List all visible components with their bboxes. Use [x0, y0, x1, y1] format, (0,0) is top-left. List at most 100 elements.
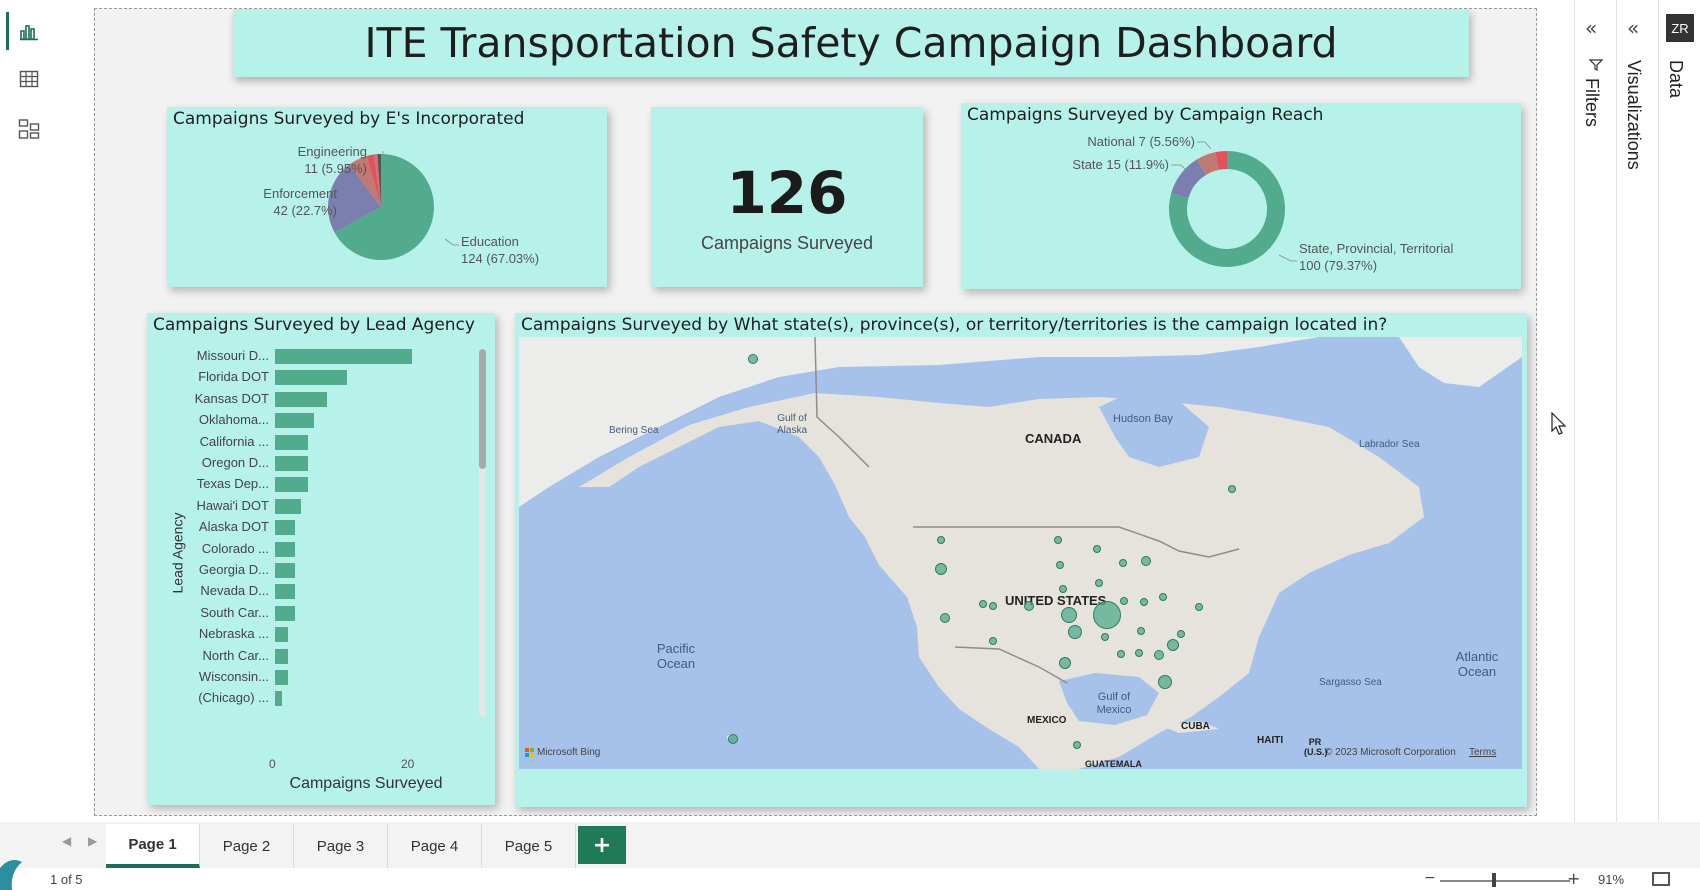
map-location-bubble[interactable]: [728, 734, 738, 744]
data-pane[interactable]: Data: [1658, 0, 1700, 825]
bar-alaska-dot[interactable]: [275, 520, 295, 536]
zoom-in-icon[interactable]: +: [1567, 869, 1580, 888]
bar-colorado-[interactable]: [275, 541, 295, 557]
page-tab-1[interactable]: Page 1: [106, 824, 200, 868]
bar-wisconsin-[interactable]: [275, 670, 288, 685]
bar-texas-dep-[interactable]: [275, 477, 308, 493]
map-label-pacific: Pacific Ocean: [656, 641, 696, 671]
page-tab-3[interactable]: Page 3: [294, 824, 388, 868]
visualizations-collapse-icon[interactable]: «: [1627, 16, 1639, 40]
page-tab-2[interactable]: Page 2: [200, 824, 294, 868]
map-location-bubble[interactable]: [1119, 559, 1127, 567]
filters-pane[interactable]: « Filters: [1574, 0, 1616, 825]
map-location-bubble[interactable]: [1195, 603, 1203, 611]
map-location-bubble[interactable]: [1120, 597, 1128, 605]
page-tab-4[interactable]: Page 4: [388, 824, 482, 868]
map-location-bubble[interactable]: [1154, 650, 1164, 660]
es-incorporated-pie-card[interactable]: Campaigns Surveyed by E's Incorporated E…: [167, 107, 607, 287]
bar-georgia-d-[interactable]: [275, 563, 295, 578]
visualizations-pane[interactable]: « Visualizations: [1616, 0, 1658, 825]
zoom-slider[interactable]: [1440, 880, 1570, 882]
bar-kansas-dot[interactable]: [275, 391, 327, 407]
bubble-map[interactable]: Bering Sea Gulf of Alaska Hudson Bay Lab…: [519, 337, 1522, 769]
map-location-bubble[interactable]: [935, 563, 947, 575]
map-location-bubble[interactable]: [1135, 649, 1143, 657]
location-map-card[interactable]: Campaigns Surveyed by What state(s), pro…: [515, 313, 1527, 807]
zoom-slider-thumb[interactable]: [1492, 873, 1496, 887]
map-location-bubble[interactable]: [940, 613, 950, 623]
map-location-bubble[interactable]: [1061, 607, 1077, 623]
bar-hawai-i-dot[interactable]: [275, 498, 301, 514]
fit-to-page-icon[interactable]: [1652, 872, 1670, 886]
map-location-bubble[interactable]: [1073, 741, 1081, 749]
bar-california-[interactable]: [275, 434, 308, 450]
map-location-bubble[interactable]: [1095, 579, 1103, 587]
map-location-bubble[interactable]: [1068, 625, 1082, 639]
model-view-icon[interactable]: [14, 114, 44, 144]
bar--chicago-[interactable]: [275, 691, 282, 707]
map-location-bubble[interactable]: [937, 536, 945, 544]
report-canvas: ITE Transportation Safety Campaign Dashb…: [94, 8, 1537, 816]
bar-nevada-d-[interactable]: [275, 584, 295, 600]
bar-south-car-[interactable]: [275, 605, 295, 621]
map-location-bubble[interactable]: [1167, 639, 1179, 651]
bar-chart-scrollbar[interactable]: [479, 349, 486, 717]
dashboard-title: ITE Transportation Safety Campaign Dashb…: [364, 19, 1338, 67]
map-location-bubble[interactable]: [1059, 585, 1067, 593]
bar-category-label: California ...: [199, 433, 269, 449]
bar-oklahoma-[interactable]: [275, 413, 314, 429]
map-location-bubble[interactable]: [989, 602, 997, 610]
user-avatar[interactable]: ZR: [1666, 14, 1694, 42]
add-page-button[interactable]: +: [578, 826, 626, 864]
bar-oregon-d-[interactable]: [275, 456, 308, 471]
map-location-bubble[interactable]: [1228, 485, 1236, 493]
map-location-bubble[interactable]: [748, 354, 758, 364]
map-location-bubble[interactable]: [1141, 556, 1151, 566]
map-location-bubble[interactable]: [1177, 630, 1185, 638]
map-location-bubble[interactable]: [1093, 601, 1121, 629]
bar-missouri-d-[interactable]: [275, 349, 412, 364]
bar-chart-scroll-thumb[interactable]: [479, 349, 486, 469]
bar-category-label: Missouri D...: [196, 348, 269, 363]
prev-page-arrow-icon[interactable]: ◀: [62, 834, 71, 848]
page-tab-5[interactable]: Page 5: [482, 824, 576, 868]
filters-collapse-icon[interactable]: «: [1585, 16, 1597, 40]
map-location-bubble[interactable]: [1117, 650, 1125, 658]
map-label-guatemala: GUATEMALA: [1085, 759, 1142, 769]
map-location-bubble[interactable]: [1140, 598, 1148, 606]
bar-florida-dot[interactable]: [275, 370, 347, 386]
zoom-out-icon[interactable]: −: [1424, 870, 1436, 886]
map-label-labrador-sea: Labrador Sea: [1359, 439, 1420, 450]
campaign-reach-donut-chart: [1169, 141, 1297, 267]
campaign-reach-donut-card[interactable]: Campaigns Surveyed by Campaign Reach Nat…: [961, 103, 1521, 289]
map-location-bubble[interactable]: [979, 600, 987, 608]
bar-category-label: Alaska DOT: [198, 519, 269, 535]
campaigns-surveyed-kpi-card[interactable]: 126 Campaigns Surveyed: [651, 107, 923, 287]
map-location-bubble[interactable]: [1101, 633, 1109, 641]
map-location-bubble[interactable]: [1056, 561, 1064, 569]
app-corner-logo-icon: [0, 860, 22, 890]
map-terms-link[interactable]: Terms: [1469, 747, 1496, 758]
bar-north-car-[interactable]: [275, 648, 288, 664]
map-location-bubble[interactable]: [1059, 657, 1071, 669]
report-view-icon[interactable]: [14, 16, 44, 46]
map-location-bubble[interactable]: [1093, 545, 1101, 553]
microsoft-logo-icon: [525, 748, 534, 757]
bar-category-label: Nevada D...: [200, 583, 269, 599]
map-label-hudson-bay: Hudson Bay: [1113, 413, 1173, 425]
map-label-cuba: CUBA: [1181, 721, 1210, 732]
kpi-value: 126: [726, 159, 848, 227]
bar-nebraska-[interactable]: [275, 627, 288, 643]
bar-category-label: Georgia D...: [198, 562, 269, 577]
map-location-bubble[interactable]: [1137, 627, 1145, 635]
table-view-icon[interactable]: [14, 64, 44, 94]
next-page-arrow-icon[interactable]: ▶: [88, 834, 97, 848]
map-location-bubble[interactable]: [989, 637, 997, 645]
map-location-bubble[interactable]: [1158, 675, 1172, 689]
map-location-bubble[interactable]: [1054, 536, 1062, 544]
map-location-bubble[interactable]: [1159, 593, 1167, 601]
map-location-bubble[interactable]: [1024, 601, 1034, 611]
map-label-mexico: MEXICO: [1027, 715, 1067, 726]
lead-agency-bar-card[interactable]: Campaigns Surveyed by Lead Agency Lead A…: [147, 313, 495, 805]
pie-label-engineering-name: Engineering: [297, 144, 367, 159]
